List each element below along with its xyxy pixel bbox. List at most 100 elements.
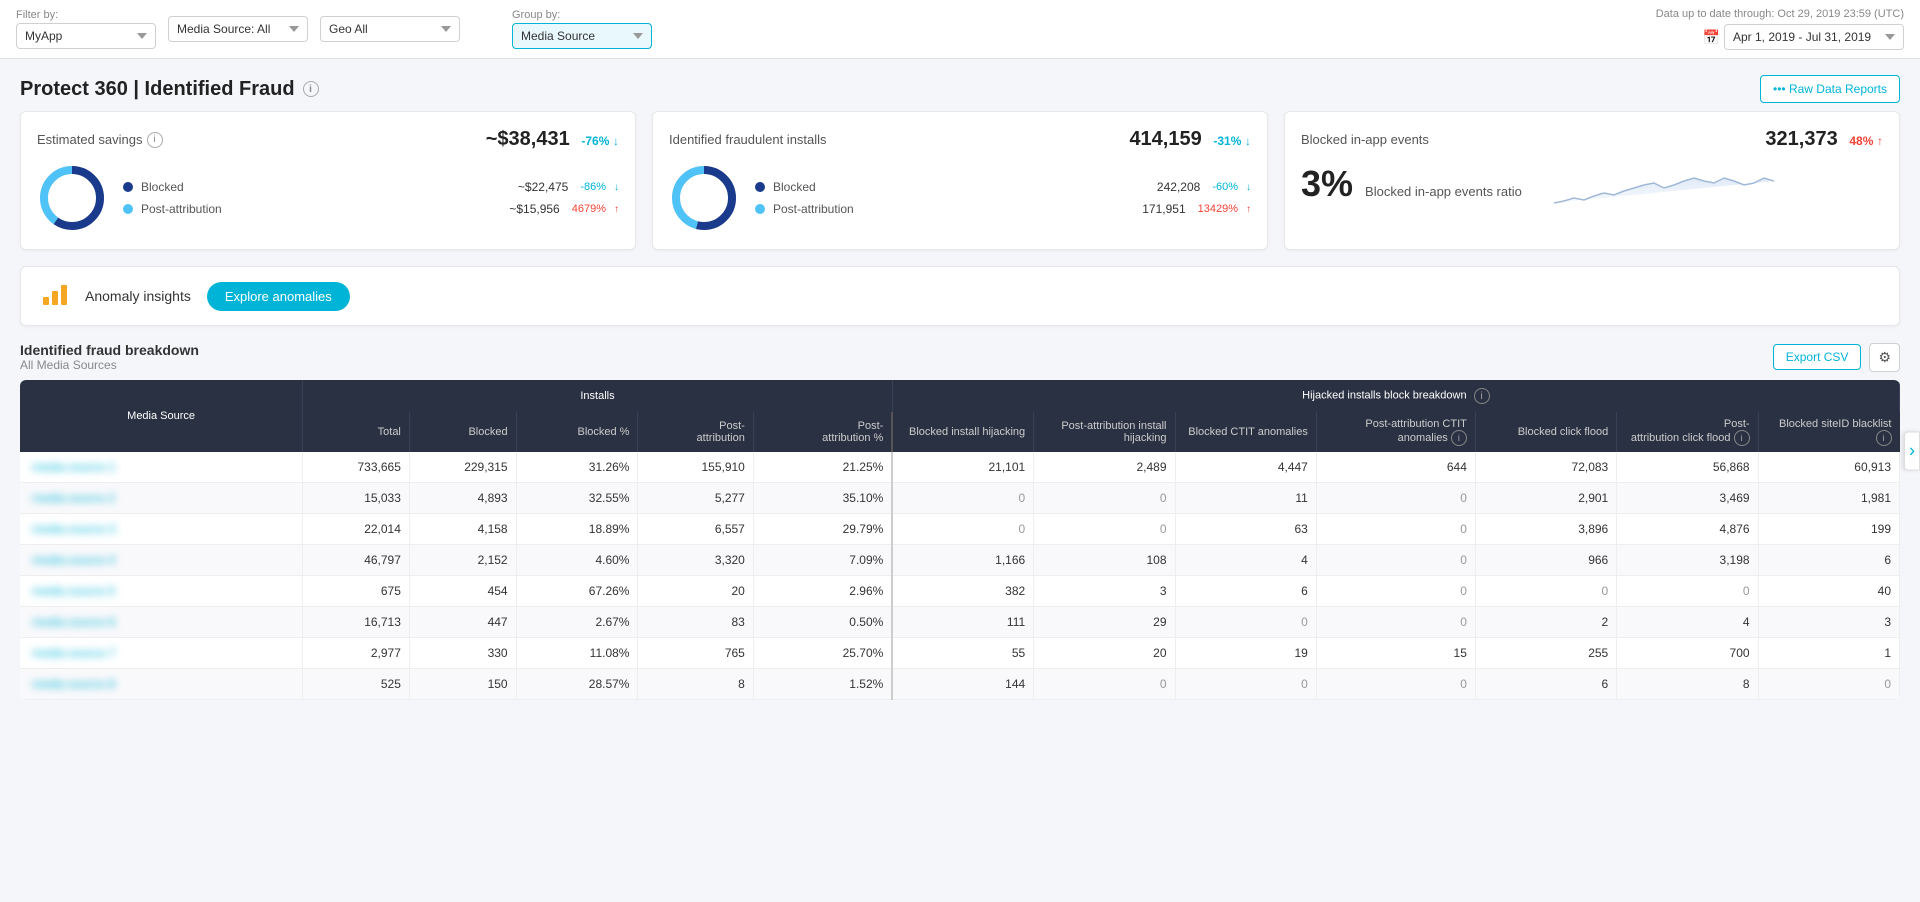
geo-select[interactable]: Geo All bbox=[320, 16, 460, 42]
fraud-postattr-dot bbox=[755, 204, 765, 214]
table-row: media-source-446,7972,1524.60%3,3207.09%… bbox=[20, 545, 1900, 576]
col-postattr-install-hijacking: Post-attribution install hijacking bbox=[1034, 412, 1175, 452]
savings-info-icon[interactable]: i bbox=[147, 132, 163, 148]
media-source-select[interactable]: Media Source: All bbox=[168, 16, 308, 42]
group-by-select[interactable]: Media Source bbox=[512, 23, 652, 49]
data-cell: 11.08% bbox=[516, 638, 638, 669]
summary-cards: Estimated savings i ~$38,431 -76% ↓ bbox=[0, 111, 1920, 266]
date-range-select[interactable]: Apr 1, 2019 - Jul 31, 2019 bbox=[1724, 24, 1904, 50]
media-source-cell[interactable]: media-source-2 bbox=[20, 483, 303, 514]
app-select[interactable]: MyApp bbox=[16, 23, 156, 49]
data-cell: 199 bbox=[1758, 514, 1899, 545]
blocked-inapp-card: Blocked in-app events 321,373 48% ↑ 3% B… bbox=[1284, 111, 1900, 250]
page-info-icon[interactable]: i bbox=[303, 81, 319, 97]
data-cell: 15,033 bbox=[303, 483, 410, 514]
data-cell: 0 bbox=[1617, 576, 1758, 607]
media-source-cell[interactable]: media-source-7 bbox=[20, 638, 303, 669]
fraud-total: 414,159 -31% ↓ bbox=[1129, 128, 1251, 151]
col-group-installs: Installs bbox=[303, 380, 893, 412]
cf-info-icon[interactable]: i bbox=[1734, 430, 1750, 446]
raw-data-reports-button[interactable]: ••• Raw Data Reports bbox=[1760, 75, 1900, 103]
data-cell: 5,277 bbox=[638, 483, 753, 514]
savings-down-arrow: ↓ bbox=[613, 134, 619, 148]
savings-postattr-row: Post-attribution ~$15,956 4679% ↑ bbox=[123, 202, 619, 216]
explore-anomalies-button[interactable]: Explore anomalies bbox=[207, 282, 350, 311]
data-cell: 0 bbox=[1316, 576, 1475, 607]
media-source-cell[interactable]: media-source-4 bbox=[20, 545, 303, 576]
breakdown-table: Media Source Installs Hijacked installs … bbox=[20, 380, 1900, 700]
data-cell: 20 bbox=[638, 576, 753, 607]
data-cell: 150 bbox=[409, 669, 516, 700]
col-post-attribution: Post-attribution bbox=[638, 412, 753, 452]
data-cell: 21,101 bbox=[892, 452, 1033, 483]
savings-title: Estimated savings i bbox=[37, 132, 163, 148]
data-cell: 4,447 bbox=[1175, 452, 1316, 483]
table-row: media-source-616,7134472.67%830.50%11129… bbox=[20, 607, 1900, 638]
data-cell: 21.25% bbox=[753, 452, 892, 483]
estimated-savings-card: Estimated savings i ~$38,431 -76% ↓ bbox=[20, 111, 636, 250]
data-cell: 4,158 bbox=[409, 514, 516, 545]
data-cell: 0 bbox=[1175, 607, 1316, 638]
media-source-cell[interactable]: media-source-5 bbox=[20, 576, 303, 607]
data-cell: 0 bbox=[1316, 669, 1475, 700]
data-cell: 0 bbox=[1758, 669, 1899, 700]
ctit-info-icon[interactable]: i bbox=[1451, 430, 1467, 446]
sparkline-container bbox=[1554, 163, 1883, 216]
col-group-hijacked: Hijacked installs block breakdown i bbox=[892, 380, 1899, 412]
data-cell: 46,797 bbox=[303, 545, 410, 576]
calendar-icon: 📅 bbox=[1703, 29, 1720, 46]
data-cell: 2,152 bbox=[409, 545, 516, 576]
savings-donut bbox=[37, 163, 107, 233]
hijacked-info-icon[interactable]: i bbox=[1474, 388, 1490, 404]
data-cell: 765 bbox=[638, 638, 753, 669]
data-cell: 525 bbox=[303, 669, 410, 700]
siteid-info-icon[interactable]: i bbox=[1876, 430, 1892, 446]
media-source-cell[interactable]: media-source-8 bbox=[20, 669, 303, 700]
fraud-postattr-arrow-up: ↑ bbox=[1246, 204, 1251, 215]
filter-by-label: Filter by: bbox=[16, 9, 156, 21]
anomaly-text: Anomaly insights bbox=[85, 288, 191, 304]
media-source-cell[interactable]: media-source-3 bbox=[20, 514, 303, 545]
card-header-fraud: Identified fraudulent installs 414,159 -… bbox=[669, 128, 1251, 151]
data-cell: 32.55% bbox=[516, 483, 638, 514]
data-cell: 1,981 bbox=[1758, 483, 1899, 514]
col-postattr-ctit: Post-attribution CTIT anomalies i bbox=[1316, 412, 1475, 452]
data-cell: 6,557 bbox=[638, 514, 753, 545]
breakdown-table-wrapper: Media Source Installs Hijacked installs … bbox=[20, 380, 1900, 700]
data-cell: 0 bbox=[892, 483, 1033, 514]
data-cell: 108 bbox=[1034, 545, 1175, 576]
fraud-down-arrow: ↓ bbox=[1245, 134, 1251, 148]
media-source-cell[interactable]: media-source-1 bbox=[20, 452, 303, 483]
data-cell: 18.89% bbox=[516, 514, 638, 545]
blocked-ratio-label: Blocked in-app events ratio bbox=[1365, 184, 1522, 199]
media-source-cell[interactable]: media-source-6 bbox=[20, 607, 303, 638]
data-cell: 7.09% bbox=[753, 545, 892, 576]
savings-body: Blocked ~$22,475 -86% ↓ Post-attribution… bbox=[37, 163, 619, 233]
breakdown-section: Identified fraud breakdown All Media Sou… bbox=[20, 342, 1900, 700]
settings-button[interactable]: ⚙ bbox=[1869, 343, 1900, 372]
page-header: Protect 360 | Identified Fraud i ••• Raw… bbox=[0, 59, 1920, 111]
export-csv-button[interactable]: Export CSV bbox=[1773, 344, 1862, 370]
data-cell: 25.70% bbox=[753, 638, 892, 669]
card-header-blocked: Blocked in-app events 321,373 48% ↑ bbox=[1301, 128, 1883, 151]
data-cell: 700 bbox=[1617, 638, 1758, 669]
data-cell: 6 bbox=[1758, 545, 1899, 576]
fraud-blocked-row: Blocked 242,208 -60% ↓ bbox=[755, 180, 1251, 194]
data-cell: 2,489 bbox=[1034, 452, 1175, 483]
data-cell: 2 bbox=[1475, 607, 1616, 638]
data-cell: 3 bbox=[1034, 576, 1175, 607]
filter-bar: Filter by: MyApp Media Source: All Geo A… bbox=[0, 0, 1920, 59]
data-cell: 0 bbox=[1034, 669, 1175, 700]
fraud-postattr-row: Post-attribution 171,951 13429% ↑ bbox=[755, 202, 1251, 216]
data-cell: 111 bbox=[892, 607, 1033, 638]
blocked-up-arrow: ↑ bbox=[1877, 134, 1883, 148]
table-row: media-source-852515028.57%81.52%14400068… bbox=[20, 669, 1900, 700]
data-cell: 3,320 bbox=[638, 545, 753, 576]
data-cell: 55 bbox=[892, 638, 1033, 669]
sidebar-toggle[interactable]: › bbox=[1904, 432, 1920, 471]
table-row: media-source-322,0144,15818.89%6,55729.7… bbox=[20, 514, 1900, 545]
group-by-group: Group by: Media Source bbox=[512, 9, 652, 49]
data-cell: 4 bbox=[1175, 545, 1316, 576]
data-cell: 3,896 bbox=[1475, 514, 1616, 545]
data-cell: 29.79% bbox=[753, 514, 892, 545]
